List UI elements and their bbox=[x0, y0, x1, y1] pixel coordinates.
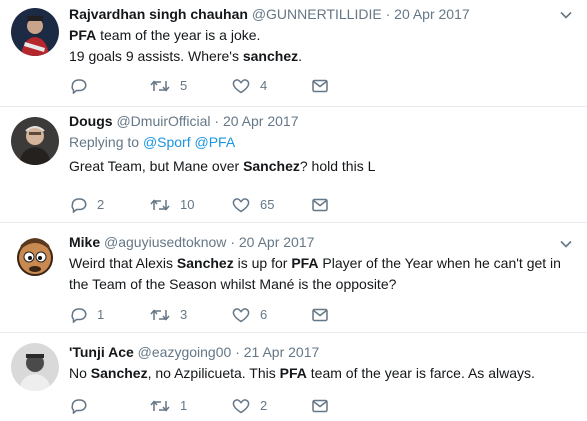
retweet-count: 5 bbox=[180, 78, 188, 93]
envelope-icon bbox=[312, 198, 328, 212]
highlighted-keyword: Sanchez bbox=[243, 158, 300, 174]
author-handle[interactable]: @eazygoing00 bbox=[138, 344, 232, 360]
avatar[interactable] bbox=[11, 233, 59, 281]
tweet-date[interactable]: 21 Apr 2017 bbox=[244, 344, 320, 360]
author-handle[interactable]: @GUNNERTILLIDIE bbox=[252, 6, 382, 22]
tweet-feed: Rajvardhan singh chauhan @GUNNERTILLIDIE… bbox=[0, 0, 587, 421]
retweet-button[interactable]: 10 bbox=[150, 195, 194, 215]
retweet-button[interactable]: 3 bbox=[150, 305, 187, 325]
author-handle[interactable]: @aguyiusedtoknow bbox=[104, 234, 226, 250]
like-count: 6 bbox=[260, 307, 268, 322]
tweet-text-segment: 19 goals 9 assists. Where's bbox=[69, 48, 239, 64]
avatar[interactable] bbox=[11, 343, 59, 391]
separator: · bbox=[385, 6, 391, 22]
retweet-icon bbox=[150, 309, 170, 321]
highlighted-keyword: PFA bbox=[291, 255, 319, 271]
tweet-date[interactable]: 20 Apr 2017 bbox=[239, 234, 315, 250]
tweet-content: Rajvardhan singh chauhan @GUNNERTILLIDIE… bbox=[69, 4, 573, 67]
tweet-content: Dougs @DmuirOfficial · 20 Apr 2017 Reply… bbox=[69, 111, 573, 177]
tweet-header: 'Tunji Ace @eazygoing00 · 21 Apr 2017 bbox=[69, 342, 573, 362]
tweet-header: Rajvardhan singh chauhan @GUNNERTILLIDIE… bbox=[69, 4, 573, 24]
like-button[interactable]: 6 bbox=[232, 305, 267, 325]
reply-icon bbox=[71, 308, 87, 323]
author-name[interactable]: 'Tunji Ace bbox=[69, 344, 134, 360]
reply-icon bbox=[71, 79, 87, 94]
message-button[interactable] bbox=[312, 396, 328, 416]
envelope-icon bbox=[312, 399, 328, 413]
reply-button[interactable]: 1 bbox=[69, 305, 104, 325]
retweet-count: 10 bbox=[180, 197, 195, 212]
tweet[interactable]: Mike @aguyiusedtoknow · 20 Apr 2017 Weir… bbox=[0, 223, 587, 333]
highlighted-keyword: Sanchez bbox=[90, 365, 148, 381]
tweet-text-segment: Weird that Alexis bbox=[69, 255, 177, 271]
separator: · bbox=[235, 344, 240, 360]
reply-button[interactable]: 2 bbox=[69, 195, 104, 215]
envelope-icon bbox=[312, 308, 328, 322]
reply-count: 1 bbox=[97, 307, 105, 322]
replying-to-link[interactable]: @Sporf @PFA bbox=[143, 134, 235, 150]
retweet-count: 3 bbox=[180, 307, 188, 322]
replying-prefix: Replying to bbox=[69, 134, 140, 150]
tweet-text-segment: No bbox=[69, 365, 91, 381]
tweet-content: 'Tunji Ace @eazygoing00 · 21 Apr 2017 No… bbox=[69, 342, 573, 384]
tweet-content: Mike @aguyiusedtoknow · 20 Apr 2017 Weir… bbox=[69, 232, 573, 295]
tweet-text-segment: ? hold this L bbox=[299, 158, 376, 174]
replying-to-line: Replying to @Sporf @PFA bbox=[69, 132, 573, 152]
tweet-text: Weird that Alexis Sanchez is up for PFA … bbox=[69, 253, 573, 295]
retweet-button[interactable]: 1 bbox=[150, 396, 187, 416]
highlighted-keyword: Sanchez bbox=[176, 255, 234, 271]
like-count: 65 bbox=[260, 197, 275, 212]
tweet-text-segment: team of the year is a joke. bbox=[96, 27, 261, 43]
heart-icon bbox=[232, 399, 250, 414]
retweet-icon bbox=[150, 400, 170, 412]
tweet[interactable]: 'Tunji Ace @eazygoing00 · 21 Apr 2017 No… bbox=[0, 333, 587, 421]
tweet-header: Dougs @DmuirOfficial · 20 Apr 2017 bbox=[69, 111, 573, 131]
reply-count: 2 bbox=[97, 197, 105, 212]
tweet[interactable]: Rajvardhan singh chauhan @GUNNERTILLIDIE… bbox=[0, 0, 587, 107]
author-handle[interactable]: @DmuirOfficial bbox=[116, 113, 210, 129]
highlighted-keyword: PFA bbox=[279, 365, 307, 381]
author-name[interactable]: Mike bbox=[69, 234, 100, 250]
like-count: 4 bbox=[260, 78, 268, 93]
like-button[interactable]: 4 bbox=[232, 76, 267, 96]
tweet-text: PFA team of the year is a joke. 19 goals… bbox=[69, 25, 573, 67]
heart-icon bbox=[232, 79, 250, 94]
tweet-text-segment: . bbox=[298, 48, 302, 64]
message-button[interactable] bbox=[312, 76, 328, 96]
tweet-text: No Sanchez, no Azpilicueta. This PFA tea… bbox=[69, 363, 573, 384]
tweet[interactable]: Dougs @DmuirOfficial · 20 Apr 2017 Reply… bbox=[0, 107, 587, 223]
heart-icon bbox=[232, 308, 250, 323]
tweet-header: Mike @aguyiusedtoknow · 20 Apr 2017 bbox=[69, 232, 573, 252]
highlighted-keyword: PFA bbox=[69, 27, 97, 43]
message-button[interactable] bbox=[312, 195, 328, 215]
retweet-button[interactable]: 5 bbox=[150, 76, 187, 96]
reply-icon bbox=[71, 399, 87, 414]
tweet-text-segment: team of the year is farce. As always. bbox=[306, 365, 535, 381]
tweet-text-segment: Great Team, but Mane over bbox=[69, 158, 244, 174]
tweet-text-segment: , no Azpilicueta. This bbox=[147, 365, 280, 381]
avatar[interactable] bbox=[11, 117, 59, 165]
author-name[interactable]: Dougs bbox=[69, 113, 113, 129]
reply-button[interactable] bbox=[69, 76, 97, 96]
like-button[interactable]: 2 bbox=[232, 396, 267, 416]
like-button[interactable]: 65 bbox=[232, 195, 274, 215]
reply-button[interactable] bbox=[69, 396, 97, 416]
separator: · bbox=[230, 234, 235, 250]
tweet-text: Great Team, but Mane over Sanchez? hold … bbox=[69, 156, 573, 177]
avatar[interactable] bbox=[11, 8, 59, 56]
tweet-date[interactable]: 20 Apr 2017 bbox=[394, 6, 470, 22]
heart-icon bbox=[232, 198, 250, 213]
author-name[interactable]: Rajvardhan singh chauhan bbox=[69, 6, 248, 22]
message-button[interactable] bbox=[312, 305, 328, 325]
separator: · bbox=[214, 113, 220, 129]
tweet-text-segment: is up for bbox=[233, 255, 292, 271]
reply-icon bbox=[71, 198, 87, 213]
highlighted-keyword: sanchez bbox=[242, 48, 299, 64]
tweet-date[interactable]: 20 Apr 2017 bbox=[223, 113, 299, 129]
retweet-count: 1 bbox=[180, 398, 188, 413]
envelope-icon bbox=[312, 79, 328, 93]
like-count: 2 bbox=[260, 398, 268, 413]
retweet-icon bbox=[150, 80, 170, 92]
retweet-icon bbox=[150, 199, 170, 211]
